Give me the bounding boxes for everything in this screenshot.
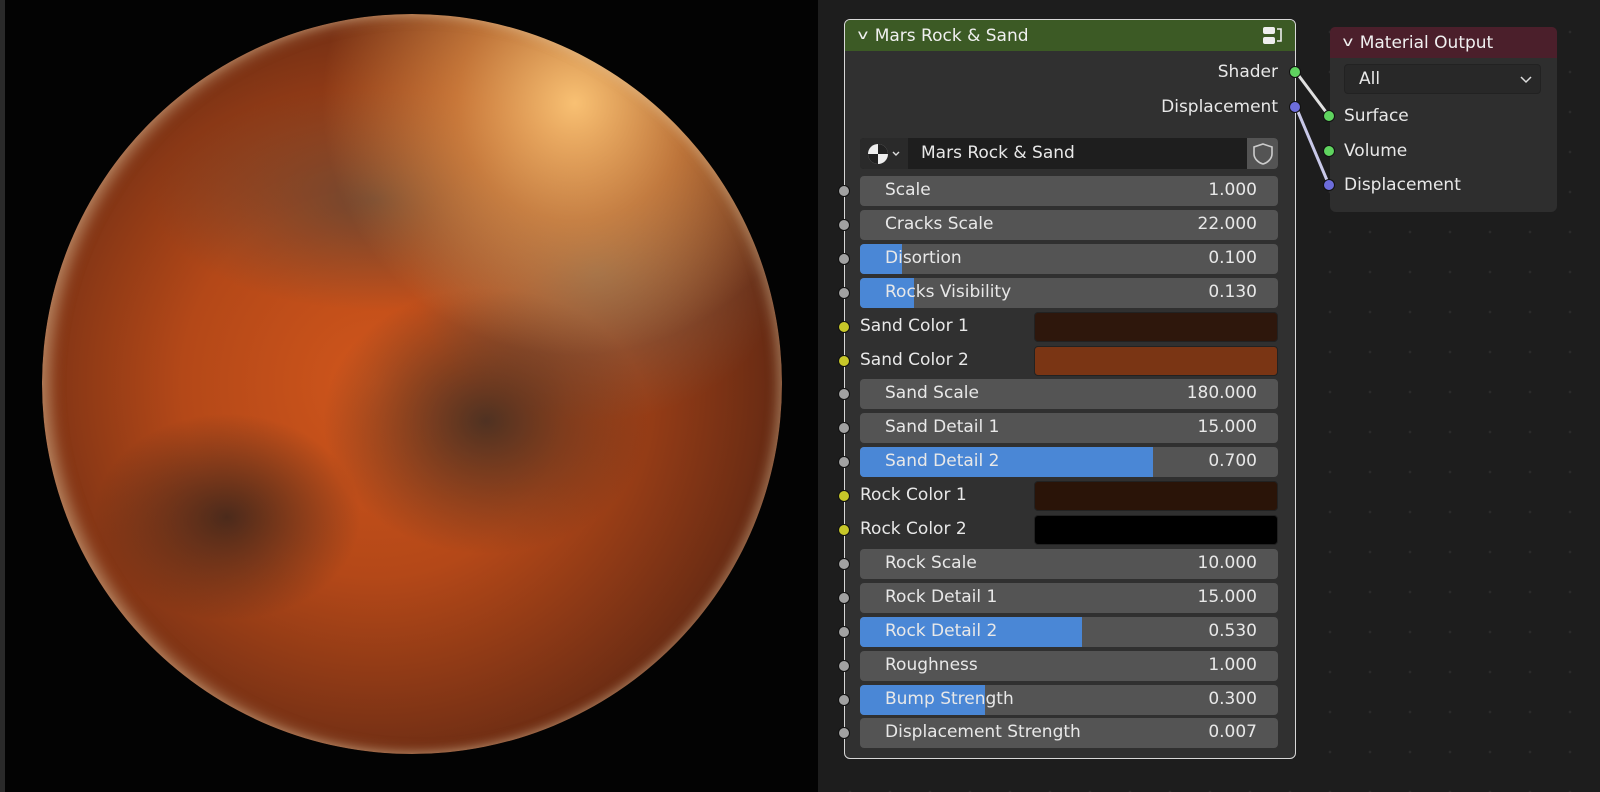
field-value: 180.000 xyxy=(1187,383,1257,403)
field-value: 15.000 xyxy=(1198,587,1257,607)
datablock-name[interactable]: Mars Rock & Sand xyxy=(921,143,1075,163)
field-value: 0.530 xyxy=(1208,621,1257,641)
input-socket[interactable] xyxy=(838,660,850,672)
target-dropdown[interactable]: All xyxy=(1344,64,1541,94)
slider-field[interactable]: Bump Strength 0.300 xyxy=(860,685,1278,715)
field-label: Rocks Visibility xyxy=(885,282,1011,302)
field-label: Sand Scale xyxy=(885,383,979,403)
volume-input-socket[interactable] xyxy=(1323,145,1335,157)
slider-field[interactable]: Displacement Strength 0.007 xyxy=(860,718,1278,748)
field-label: Disortion xyxy=(885,248,962,268)
node-header[interactable]: v Mars Rock & Sand xyxy=(845,20,1295,51)
node-title: Mars Rock & Sand xyxy=(875,26,1029,46)
surface-input-socket[interactable] xyxy=(1323,110,1335,122)
input-socket[interactable] xyxy=(838,626,850,638)
rendered-mars-sphere xyxy=(42,14,782,754)
color-field[interactable]: Rock Color 2 xyxy=(860,515,1278,545)
input-socket[interactable] xyxy=(838,287,850,299)
field-label: Rock Scale xyxy=(885,553,977,573)
field-value: 10.000 xyxy=(1198,553,1257,573)
slider-field[interactable]: Disortion 0.100 xyxy=(860,244,1278,274)
input-surface-label: Surface xyxy=(1344,106,1409,126)
field-value: 1.000 xyxy=(1208,655,1257,675)
fake-user-button[interactable] xyxy=(1247,138,1278,169)
field-label: Scale xyxy=(885,180,931,200)
render-preview xyxy=(0,0,818,792)
input-socket[interactable] xyxy=(838,253,850,265)
material-output-node[interactable]: v Material Output All Surface Volume Dis… xyxy=(1330,27,1557,212)
field-label: Displacement Strength xyxy=(885,722,1081,742)
node-group-datablock-selector[interactable]: Mars Rock & Sand xyxy=(860,138,1278,169)
color-swatch[interactable] xyxy=(1034,346,1278,376)
input-socket[interactable] xyxy=(838,592,850,604)
field-label: Rock Color 2 xyxy=(860,519,967,539)
field-value: 0.300 xyxy=(1208,689,1257,709)
input-socket[interactable] xyxy=(838,185,850,197)
input-socket[interactable] xyxy=(838,355,850,367)
field-label: Sand Color 1 xyxy=(860,316,969,336)
input-socket[interactable] xyxy=(838,558,850,570)
node-header[interactable]: v Material Output xyxy=(1330,27,1557,58)
datablock-browse-button[interactable] xyxy=(860,138,908,169)
color-field[interactable]: Rock Color 1 xyxy=(860,481,1278,511)
slider-field[interactable]: Sand Detail 1 15.000 xyxy=(860,413,1278,443)
field-label: Rock Detail 2 xyxy=(885,621,997,641)
color-field[interactable]: Sand Color 1 xyxy=(860,312,1278,342)
node-group-icon[interactable] xyxy=(1261,25,1285,47)
color-swatch[interactable] xyxy=(1034,312,1278,342)
displacement-input-socket[interactable] xyxy=(1323,179,1335,191)
color-field[interactable]: Sand Color 2 xyxy=(860,346,1278,376)
slider-field[interactable]: Rock Detail 1 15.000 xyxy=(860,583,1278,613)
slider-field[interactable]: Sand Detail 2 0.700 xyxy=(860,447,1278,477)
shield-icon xyxy=(1252,142,1274,166)
input-socket[interactable] xyxy=(838,694,850,706)
color-swatch[interactable] xyxy=(1034,515,1278,545)
output-shader-label: Shader xyxy=(1218,62,1278,82)
input-socket[interactable] xyxy=(838,524,850,536)
field-value: 22.000 xyxy=(1198,214,1257,234)
field-value: 0.700 xyxy=(1208,451,1257,471)
field-value: 0.130 xyxy=(1208,282,1257,302)
collapse-chevron-icon[interactable]: v xyxy=(857,28,868,43)
chevron-down-icon xyxy=(1520,76,1532,84)
input-socket[interactable] xyxy=(838,490,850,502)
field-value: 1.000 xyxy=(1208,180,1257,200)
displacement-output-socket[interactable] xyxy=(1289,101,1301,113)
node-tree-icon xyxy=(866,142,904,166)
slider-field[interactable]: Sand Scale 180.000 xyxy=(860,379,1278,409)
field-label: Cracks Scale xyxy=(885,214,993,234)
field-value: 0.100 xyxy=(1208,248,1257,268)
field-value: 15.000 xyxy=(1198,417,1257,437)
field-label: Sand Color 2 xyxy=(860,350,969,370)
field-label: Sand Detail 1 xyxy=(885,417,999,437)
output-displacement-label: Displacement xyxy=(1161,97,1278,117)
field-value: 0.007 xyxy=(1208,722,1257,742)
color-swatch[interactable] xyxy=(1034,481,1278,511)
field-label: Rock Color 1 xyxy=(860,485,967,505)
field-label: Sand Detail 2 xyxy=(885,451,999,471)
input-socket[interactable] xyxy=(838,321,850,333)
node-title: Material Output xyxy=(1360,33,1494,53)
slider-field[interactable]: Cracks Scale 22.000 xyxy=(860,210,1278,240)
field-label: Bump Strength xyxy=(885,689,1014,709)
slider-field[interactable]: Scale 1.000 xyxy=(860,176,1278,206)
slider-field[interactable]: Rocks Visibility 0.130 xyxy=(860,278,1278,308)
input-displacement-label: Displacement xyxy=(1344,175,1461,195)
slider-field[interactable]: Rock Detail 2 0.530 xyxy=(860,617,1278,647)
shader-output-socket[interactable] xyxy=(1289,66,1301,78)
input-volume-label: Volume xyxy=(1344,141,1407,161)
slider-field[interactable]: Rock Scale 10.000 xyxy=(860,549,1278,579)
target-value: All xyxy=(1359,69,1380,89)
slider-field[interactable]: Roughness 1.000 xyxy=(860,651,1278,681)
collapse-chevron-icon[interactable]: v xyxy=(1342,35,1353,50)
field-label: Rock Detail 1 xyxy=(885,587,997,607)
input-socket[interactable] xyxy=(838,219,850,231)
field-label: Roughness xyxy=(885,655,978,675)
